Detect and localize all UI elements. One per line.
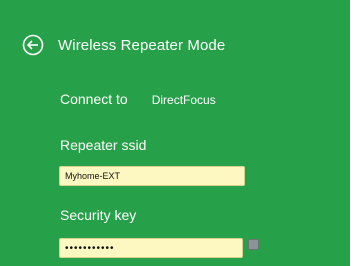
connect-to-row: Connect to DirectFocus (60, 91, 216, 107)
security-key-input[interactable]: ••••••••••• (59, 238, 243, 258)
connected-network-name: DirectFocus (151, 93, 216, 107)
connect-to-label: Connect to (60, 91, 128, 107)
back-arrow-circle-icon[interactable] (22, 34, 44, 56)
repeater-ssid-input[interactable]: Myhome-EXT (59, 166, 245, 186)
wireless-repeater-panel: Wireless Repeater Mode Connect to Direct… (0, 0, 350, 266)
page-title: Wireless Repeater Mode (58, 36, 226, 54)
show-password-checkbox[interactable] (248, 239, 259, 250)
security-key-label: Security key (60, 207, 137, 223)
header: Wireless Repeater Mode (22, 33, 225, 57)
repeater-ssid-label: Repeater ssid (60, 137, 147, 153)
